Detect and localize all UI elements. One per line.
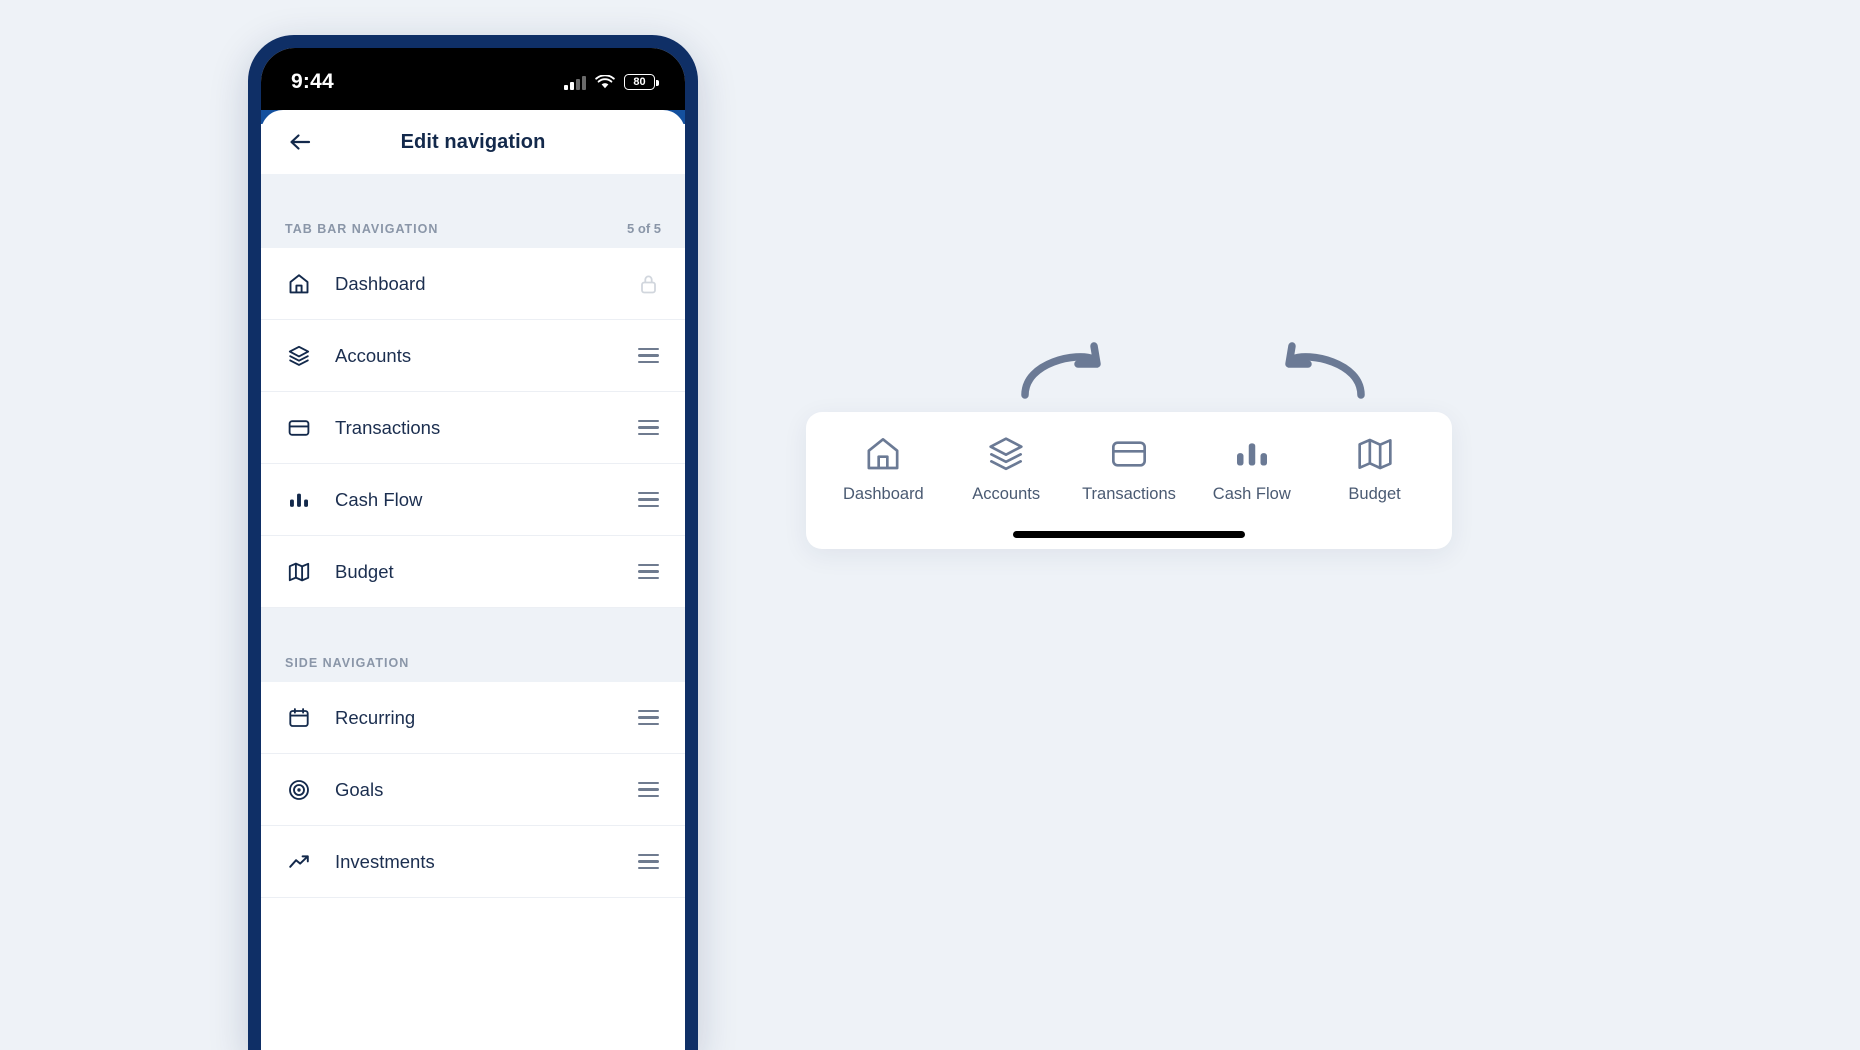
section-header-side-navigation: SIDE NAVIGATION — [261, 608, 685, 682]
wifi-icon — [595, 74, 615, 90]
list-item-label: Transactions — [335, 416, 441, 438]
layers-icon — [986, 434, 1026, 474]
list-item-label: Investments — [335, 850, 435, 872]
list-item-label: Cash Flow — [335, 488, 423, 510]
lock-icon — [635, 273, 661, 295]
drag-handle-icon[interactable] — [635, 710, 661, 725]
table-row[interactable]: Dashboard — [261, 248, 685, 320]
layers-icon — [287, 344, 313, 368]
table-row[interactable]: Transactions — [261, 392, 685, 464]
drag-handle-icon[interactable] — [635, 420, 661, 435]
list-item-label: Accounts — [335, 344, 412, 366]
tab-bar-preview: Dashboard Accounts Transactions Cash Flo… — [806, 412, 1452, 549]
cellular-signal-icon — [564, 74, 586, 90]
tab-budget[interactable]: Budget — [1315, 434, 1435, 504]
tab-cash-flow[interactable]: Cash Flow — [1192, 434, 1312, 504]
list-item-label: Budget — [335, 560, 394, 582]
drag-handle-icon[interactable] — [635, 348, 661, 363]
drag-handle-icon[interactable] — [635, 782, 661, 797]
calendar-icon — [287, 706, 313, 730]
table-row[interactable]: Cash Flow — [261, 464, 685, 536]
drag-handle-icon[interactable] — [635, 492, 661, 507]
tab-label: Transactions — [1082, 485, 1176, 503]
tab-transactions[interactable]: Transactions — [1069, 434, 1189, 504]
phone-screen: 9:44 80 Edit navigation TAB BAR NAVIGATI… — [261, 48, 685, 1050]
redo-arrow-icon — [1020, 340, 1104, 402]
list-item-label: Dashboard — [335, 272, 426, 294]
target-icon — [287, 778, 313, 802]
battery-icon: 80 — [624, 74, 659, 90]
table-row[interactable]: Recurring — [261, 682, 685, 754]
credit-card-icon — [1109, 434, 1149, 474]
table-row[interactable]: Budget — [261, 536, 685, 608]
home-icon — [863, 434, 903, 474]
bar-chart-icon — [1232, 434, 1272, 474]
list-item-label: Goals — [335, 778, 384, 800]
table-row[interactable]: Investments — [261, 826, 685, 898]
table-row[interactable]: Goals — [261, 754, 685, 826]
list-item-label: Recurring — [335, 706, 416, 728]
back-button[interactable] — [283, 125, 317, 159]
home-icon — [287, 272, 313, 296]
tab-label: Dashboard — [843, 485, 924, 503]
trending-up-icon — [287, 850, 313, 874]
drag-handle-icon[interactable] — [635, 854, 661, 869]
status-bar-indicators: 80 — [564, 74, 659, 90]
status-bar: 9:44 80 — [261, 48, 685, 110]
bar-chart-icon — [287, 488, 313, 512]
tab-dashboard[interactable]: Dashboard — [823, 434, 943, 504]
tab-label: Accounts — [972, 485, 1041, 503]
section-label: TAB BAR NAVIGATION — [285, 222, 439, 236]
section-header-tab-bar-navigation: TAB BAR NAVIGATION 5 of 5 — [261, 174, 685, 248]
home-indicator — [1013, 531, 1245, 538]
section-label: SIDE NAVIGATION — [285, 656, 410, 670]
section-count: 5 of 5 — [627, 221, 661, 236]
map-icon — [287, 560, 313, 584]
tab-label: Budget — [1348, 485, 1401, 503]
status-bar-time: 9:44 — [291, 70, 334, 93]
drag-handle-icon[interactable] — [635, 564, 661, 579]
arrow-left-icon — [290, 134, 311, 150]
map-icon — [1355, 434, 1395, 474]
screenshot-canvas: 9:44 80 Edit navigation TAB BAR NAVIGATI… — [0, 0, 1860, 1050]
undo-arrow-icon — [1282, 340, 1366, 402]
navigation-list: TAB BAR NAVIGATION 5 of 5 Dashboard Acco… — [261, 174, 685, 898]
tab-label: Cash Flow — [1212, 485, 1291, 503]
table-row[interactable]: Accounts — [261, 320, 685, 392]
page-title: Edit navigation — [400, 130, 546, 153]
app-bar: Edit navigation — [261, 110, 685, 174]
credit-card-icon — [287, 416, 313, 440]
battery-level: 80 — [633, 75, 646, 88]
phone-mockup: 9:44 80 Edit navigation TAB BAR NAVIGATI… — [248, 35, 698, 1050]
tab-accounts[interactable]: Accounts — [946, 434, 1066, 504]
tab-bar: Dashboard Accounts Transactions Cash Flo… — [806, 412, 1452, 504]
